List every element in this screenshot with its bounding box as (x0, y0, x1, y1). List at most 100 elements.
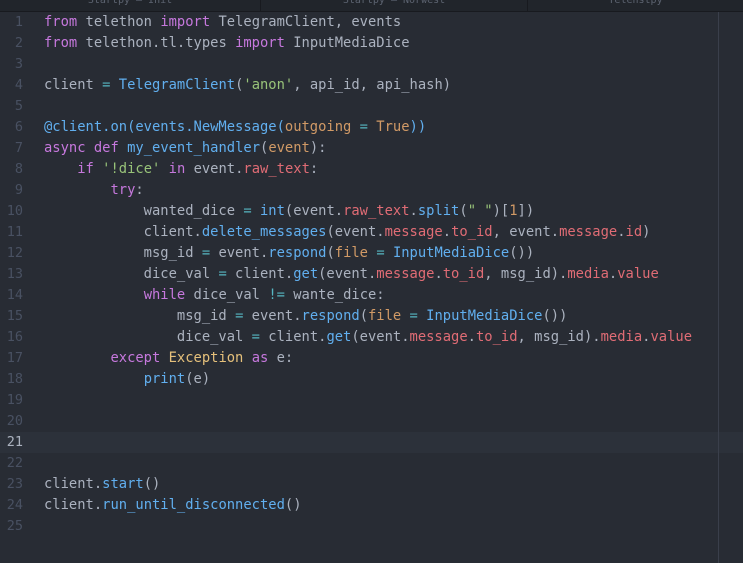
code-line[interactable]: from telethon import TelegramClient, eve… (44, 12, 401, 33)
code-token: )) (409, 119, 427, 135)
code-token: def (93, 140, 119, 156)
code-token: run_until_disconnected (102, 497, 285, 513)
code-token: ()) (542, 308, 568, 324)
code-token: () (284, 497, 302, 513)
wrap-guide (718, 12, 719, 563)
code-token: import (235, 35, 285, 51)
code-token: message (376, 266, 435, 282)
code-line[interactable]: @client.on(events.NewMessage(outgoing = … (44, 117, 426, 138)
code-line[interactable]: while dice_val != wante_dice: (44, 285, 385, 306)
code-token: = (409, 308, 418, 324)
line-number: 2 (14, 35, 23, 51)
tab-2[interactable]: Telenstpy (528, 0, 743, 11)
code-token: raw_text (343, 203, 410, 219)
code-line[interactable]: msg_id = event.respond(file = InputMedia… (44, 306, 568, 327)
line-number: 22 (6, 455, 23, 471)
code-line[interactable]: dice_val = client.get(event.message.to_i… (44, 264, 659, 285)
line-number: 25 (6, 518, 23, 534)
code-token: to_id (442, 266, 485, 282)
code-token: dice_val (185, 287, 269, 303)
code-token: (e) (185, 371, 211, 387)
code-token: value (650, 329, 693, 345)
code-token: file (334, 245, 368, 261)
tab-1[interactable]: Startpy — Norwest (261, 0, 528, 11)
code-token: from (44, 14, 78, 30)
line-number: 13 (6, 266, 23, 282)
line-number: 19 (6, 392, 23, 408)
code-token: 'anon' (243, 77, 294, 93)
line-number: 1 (14, 14, 23, 30)
code-token: = (243, 203, 252, 219)
line-number: 16 (6, 329, 23, 345)
code-token: (event. (284, 203, 344, 219)
code-token: InputMediaDice (392, 245, 510, 261)
tab-0[interactable]: Startpy — Init (0, 0, 261, 11)
code-token: delete_messages (201, 224, 327, 240)
line-number: 18 (6, 371, 23, 387)
code-token: split (417, 203, 460, 219)
code-token: value (617, 266, 659, 282)
code-token: from (44, 35, 78, 51)
line-number: 4 (14, 77, 23, 93)
code-line[interactable]: except Exception as e: (44, 348, 293, 369)
code-token: . (442, 224, 452, 240)
code-line[interactable]: client.delete_messages(event.message.to_… (44, 222, 651, 243)
code-token: = (251, 329, 260, 345)
line-number: 7 (14, 140, 23, 156)
code-line[interactable]: client.start() (44, 474, 160, 495)
code-area[interactable]: from telethon import TelegramClient, eve… (44, 12, 743, 563)
line-number: 14 (6, 287, 23, 303)
code-token: event. (185, 161, 244, 177)
code-line[interactable]: from telethon.tl.types import InputMedia… (44, 33, 410, 54)
code-token: get (326, 329, 352, 345)
code-token: message (409, 329, 468, 345)
code-line[interactable]: wanted_dice = int(event.raw_text.split("… (44, 201, 535, 222)
code-token: my_event_handler (127, 140, 260, 156)
code-line[interactable]: async def my_event_handler(event): (44, 138, 326, 159)
code-line[interactable]: if '!dice' in event.raw_text: (44, 159, 318, 180)
code-token: media (567, 266, 609, 282)
code-editor[interactable]: 1 2 3 4 5 6 7 8 9 10 11 12 13 14 15 16 17 18 19 20 21 22 23 24 2… (0, 12, 743, 563)
code-token: media (600, 329, 643, 345)
code-line[interactable]: client = TelegramClient('anon', api_id, … (44, 75, 451, 96)
code-token: " " (467, 203, 493, 219)
line-number: 20 (6, 413, 23, 429)
code-token: True (376, 119, 410, 135)
code-token: (event. (351, 329, 410, 345)
code-token: TelegramClient (118, 77, 236, 93)
code-token: : (309, 161, 319, 177)
code-token: , msg_id). (517, 329, 601, 345)
line-number: 15 (6, 308, 23, 324)
code-line[interactable]: client.run_until_disconnected() (44, 495, 302, 516)
code-token: import (160, 14, 211, 30)
code-token: . (608, 266, 618, 282)
code-token: msg_id (44, 245, 202, 261)
code-token: != (268, 287, 285, 303)
code-token: : (135, 182, 144, 198)
code-token: Exception (168, 350, 244, 366)
code-token: . (617, 224, 626, 240)
code-line[interactable]: dice_val = client.get(event.message.to_i… (44, 327, 692, 348)
code-token: = (201, 245, 211, 261)
code-token: @client.on(events.NewMessage( (44, 119, 285, 135)
code-token: . (434, 266, 443, 282)
code-token: client. (44, 497, 103, 513)
code-line[interactable]: msg_id = event.respond(file = InputMedia… (44, 243, 534, 264)
code-token: wante_dice: (284, 287, 385, 303)
code-token: async (44, 140, 86, 156)
line-number: 10 (6, 203, 23, 219)
code-token: as (251, 350, 269, 366)
code-line[interactable]: try: (44, 180, 144, 201)
code-token: ( (459, 203, 468, 219)
code-token: respond (268, 245, 327, 261)
code-line[interactable]: print(e) (44, 369, 210, 390)
